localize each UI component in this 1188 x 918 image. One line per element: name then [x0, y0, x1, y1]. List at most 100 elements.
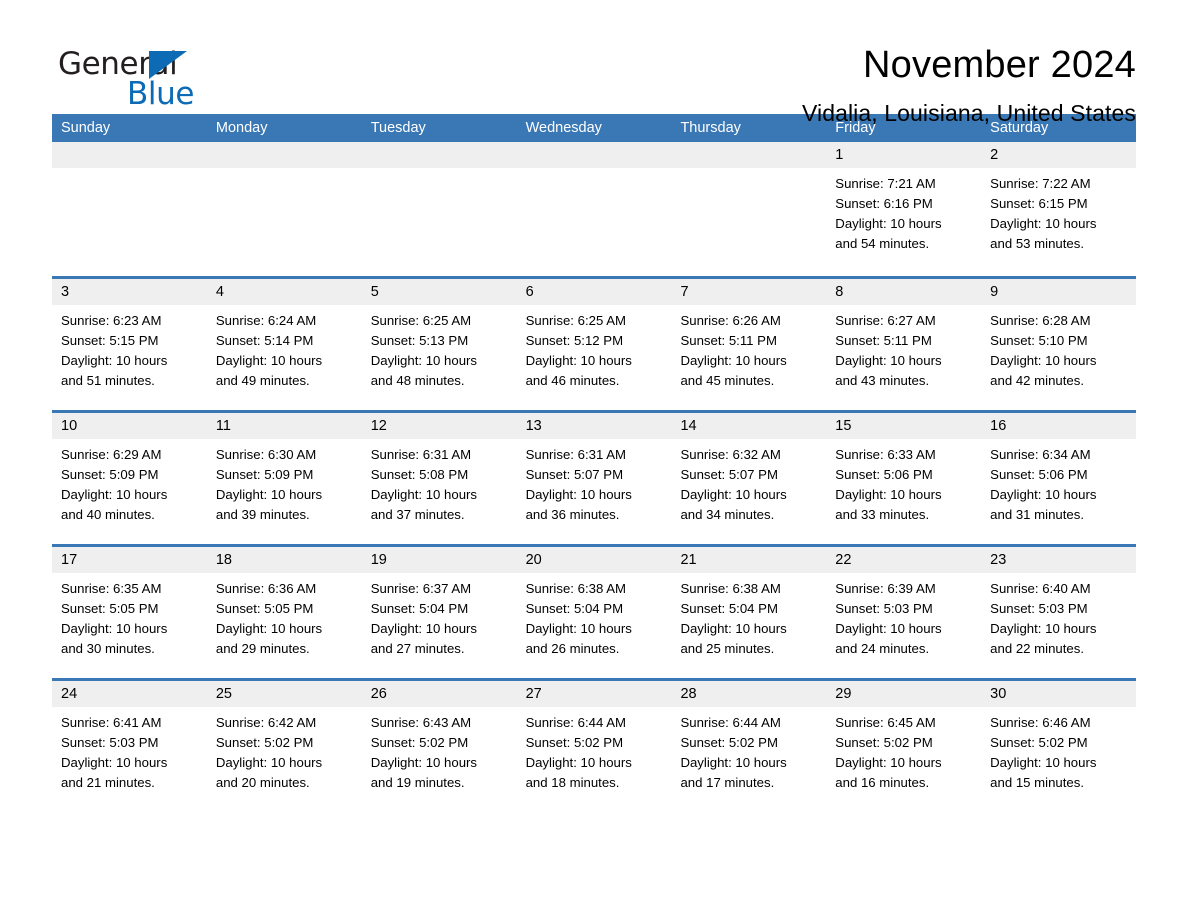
- day-sun-info: Sunrise: 6:42 AM Sunset: 5:02 PM Daylight:…: [207, 707, 362, 793]
- calendar-day-cell[interactable]: 12 Sunrise: 6:31 AM Sunset: 5:08 PM Dayligh…: [361, 413, 517, 544]
- day-sun-info: Sunrise: 6:39 AM Sunset: 5:03 PM Daylight:…: [826, 573, 981, 659]
- weekday-header-saturday: Saturday: [990, 120, 1049, 136]
- sunset-text: Sunset: 5:07 PM: [680, 467, 778, 482]
- sunset-text: Sunset: 5:02 PM: [680, 735, 778, 750]
- day-sun-info: Sunrise: 6:38 AM Sunset: 5:04 PM Daylight:…: [517, 573, 672, 659]
- sunrise-text: Sunrise: 6:39 AM: [835, 581, 936, 596]
- sunrise-text: Sunrise: 6:27 AM: [835, 313, 936, 328]
- calendar-day-cell[interactable]: 28 Sunrise: 6:44 AM Sunset: 5:02 PM Dayligh…: [671, 681, 827, 812]
- calendar-day-cell[interactable]: 23 Sunrise: 6:40 AM Sunset: 5:03 PM Dayligh…: [981, 547, 1137, 678]
- day-number: 29: [826, 681, 982, 707]
- sunset-text: Sunset: 6:15 PM: [990, 196, 1088, 211]
- sunrise-text: Sunrise: 6:25 AM: [370, 313, 472, 328]
- day-sun-info: Sunrise: 6:34 AM Sunset: 5:06 PM Daylight:…: [981, 439, 1136, 525]
- calendar-day-cell[interactable]: 3 Sunrise: 6:23 AM Sunset: 5:15 PM Daylight…: [52, 279, 207, 410]
- day-number: 23: [981, 547, 1137, 573]
- day-sun-info: Sunrise: 6:27 AM Sunset: 5:11 PM Daylight:…: [826, 305, 981, 391]
- daylight-text-line1: Daylight: 10 hours: [215, 755, 323, 770]
- calendar-day-cell-empty: [52, 142, 207, 276]
- sunrise-text: Sunrise: 6:30 AM: [215, 447, 317, 462]
- calendar-day-cell[interactable]: 6 Sunrise: 6:25 AM Sunset: 5:12 PM Daylight…: [516, 279, 672, 410]
- daylight-text-line1: Daylight: 10 hours: [61, 353, 168, 368]
- daylight-text-line2: and 25 minutes.: [680, 641, 775, 656]
- calendar-day-cell[interactable]: 21 Sunrise: 6:38 AM Sunset: 5:04 PM Dayligh…: [671, 547, 827, 678]
- day-number: 8: [826, 279, 982, 305]
- sunrise-text: Sunrise: 6:32 AM: [680, 447, 781, 462]
- day-sun-info: Sunrise: 6:23 AM Sunset: 5:15 PM Daylight:…: [52, 305, 207, 391]
- sunset-text: Sunset: 5:13 PM: [370, 333, 469, 348]
- sunrise-text: Sunrise: 6:43 AM: [370, 715, 472, 730]
- calendar-day-cell[interactable]: 10 Sunrise: 6:29 AM Sunset: 5:09 PM Dayligh…: [52, 413, 207, 544]
- calendar-day-cell[interactable]: 27 Sunrise: 6:44 AM Sunset: 5:02 PM Dayligh…: [516, 681, 672, 812]
- sunrise-text: Sunrise: 6:28 AM: [990, 313, 1091, 328]
- daylight-text-line2: and 33 minutes.: [835, 507, 930, 522]
- sunrise-text: Sunrise: 6:34 AM: [990, 447, 1091, 462]
- sunrise-text: Sunrise: 6:35 AM: [61, 581, 162, 596]
- calendar-day-cell[interactable]: 24 Sunrise: 6:41 AM Sunset: 5:03 PM Dayligh…: [52, 681, 207, 812]
- generalblue-logo[interactable]: General Blue: [52, 44, 232, 118]
- daylight-text-line1: Daylight: 10 hours: [990, 216, 1097, 231]
- calendar-day-cell[interactable]: 29 Sunrise: 6:45 AM Sunset: 5:02 PM Dayligh…: [826, 681, 982, 812]
- daylight-text-line2: and 36 minutes.: [525, 507, 620, 522]
- day-sun-info: Sunrise: 7:22 AM Sunset: 6:15 PM Daylight:…: [981, 168, 1136, 254]
- day-number: [52, 142, 207, 168]
- sunrise-text: Sunrise: 6:46 AM: [990, 715, 1091, 730]
- calendar-day-cell[interactable]: 26 Sunrise: 6:43 AM Sunset: 5:02 PM Dayligh…: [361, 681, 517, 812]
- day-sun-info: Sunrise: 6:30 AM Sunset: 5:09 PM Daylight:…: [207, 439, 362, 525]
- sunrise-text: Sunrise: 6:37 AM: [370, 581, 472, 596]
- blue-triangle-icon: [149, 51, 187, 79]
- day-sun-info: Sunrise: 6:35 AM Sunset: 5:05 PM Daylight:…: [52, 573, 207, 659]
- day-number: [206, 142, 362, 168]
- calendar-day-cell[interactable]: 17 Sunrise: 6:35 AM Sunset: 5:05 PM Dayligh…: [52, 547, 207, 678]
- daylight-text-line1: Daylight: 10 hours: [990, 353, 1097, 368]
- calendar-day-cell[interactable]: 22 Sunrise: 6:39 AM Sunset: 5:03 PM Dayligh…: [826, 547, 982, 678]
- calendar-day-cell[interactable]: 20 Sunrise: 6:38 AM Sunset: 5:04 PM Dayligh…: [516, 547, 672, 678]
- daylight-text-line1: Daylight: 10 hours: [835, 621, 942, 636]
- day-sun-info: [517, 168, 672, 174]
- daylight-text-line1: Daylight: 10 hours: [370, 755, 478, 770]
- day-sun-info: Sunrise: 6:43 AM Sunset: 5:02 PM Daylight:…: [362, 707, 517, 793]
- day-number: 25: [206, 681, 362, 707]
- sunrise-text: Sunrise: 6:23 AM: [61, 313, 162, 328]
- calendar-day-cell[interactable]: 14 Sunrise: 6:32 AM Sunset: 5:07 PM Dayligh…: [671, 413, 827, 544]
- calendar-day-cell[interactable]: 8 Sunrise: 6:27 AM Sunset: 5:11 PM Daylight…: [826, 279, 982, 410]
- calendar-day-cell[interactable]: 4 Sunrise: 6:24 AM Sunset: 5:14 PM Daylight…: [206, 279, 362, 410]
- day-sun-info: Sunrise: 7:21 AM Sunset: 6:16 PM Daylight:…: [826, 168, 981, 254]
- daylight-text-line2: and 34 minutes.: [680, 507, 775, 522]
- day-sun-info: Sunrise: 6:46 AM Sunset: 5:02 PM Daylight:…: [981, 707, 1136, 793]
- calendar-week-row: 1 Sunrise: 7:21 AM Sunset: 6:16 PM Daylight…: [52, 142, 1137, 276]
- calendar-day-cell[interactable]: 7 Sunrise: 6:26 AM Sunset: 5:11 PM Daylight…: [671, 279, 827, 410]
- calendar-day-cell[interactable]: 16 Sunrise: 6:34 AM Sunset: 5:06 PM Dayligh…: [981, 413, 1137, 544]
- sunrise-text: Sunrise: 6:42 AM: [215, 715, 317, 730]
- daylight-text-line1: Daylight: 10 hours: [680, 755, 787, 770]
- sunrise-text: Sunrise: 6:41 AM: [61, 715, 162, 730]
- calendar-week-row: 24 Sunrise: 6:41 AM Sunset: 5:03 PM Dayligh…: [52, 678, 1137, 812]
- daylight-text-line2: and 16 minutes.: [835, 775, 930, 790]
- daylight-text-line1: Daylight: 10 hours: [680, 353, 787, 368]
- calendar-table: Sunday Monday Tuesday Wednesday Thursday Frid…: [52, 114, 1137, 812]
- calendar-day-cell[interactable]: 15 Sunrise: 6:33 AM Sunset: 5:06 PM Dayligh…: [826, 413, 982, 544]
- sunrise-text: Sunrise: 6:24 AM: [215, 313, 317, 328]
- sunrise-text: Sunrise: 6:38 AM: [525, 581, 627, 596]
- calendar-day-cell[interactable]: 1 Sunrise: 7:21 AM Sunset: 6:16 PM Daylight…: [826, 142, 982, 276]
- calendar-day-cell[interactable]: 13 Sunrise: 6:31 AM Sunset: 5:07 PM Dayligh…: [516, 413, 672, 544]
- calendar-weeks: 1 Sunrise: 7:21 AM Sunset: 6:16 PM Daylight…: [52, 142, 1137, 812]
- day-number: 22: [826, 547, 982, 573]
- day-number: 24: [52, 681, 207, 707]
- calendar-day-cell[interactable]: 19 Sunrise: 6:37 AM Sunset: 5:04 PM Dayligh…: [361, 547, 517, 678]
- calendar-day-cell[interactable]: 11 Sunrise: 6:30 AM Sunset: 5:09 PM Dayligh…: [206, 413, 362, 544]
- sunset-text: Sunset: 5:05 PM: [61, 601, 159, 616]
- calendar-week-row: 10 Sunrise: 6:29 AM Sunset: 5:09 PM Dayligh…: [52, 410, 1137, 544]
- calendar-day-cell[interactable]: 30 Sunrise: 6:46 AM Sunset: 5:02 PM Dayligh…: [981, 681, 1137, 812]
- calendar-day-cell[interactable]: 18 Sunrise: 6:36 AM Sunset: 5:05 PM Dayligh…: [206, 547, 362, 678]
- calendar-day-cell[interactable]: 25 Sunrise: 6:42 AM Sunset: 5:02 PM Dayligh…: [206, 681, 362, 812]
- day-number: 18: [206, 547, 362, 573]
- calendar-day-cell[interactable]: 2 Sunrise: 7:22 AM Sunset: 6:15 PM Daylight…: [981, 142, 1137, 276]
- calendar-day-cell[interactable]: 9 Sunrise: 6:28 AM Sunset: 5:10 PM Daylight…: [981, 279, 1137, 410]
- sunset-text: Sunset: 5:11 PM: [680, 333, 777, 348]
- sunset-text: Sunset: 5:02 PM: [835, 735, 933, 750]
- day-sun-info: Sunrise: 6:31 AM Sunset: 5:07 PM Daylight:…: [517, 439, 672, 525]
- sunset-text: Sunset: 5:04 PM: [370, 601, 469, 616]
- calendar-day-cell[interactable]: 5 Sunrise: 6:25 AM Sunset: 5:13 PM Daylight…: [361, 279, 517, 410]
- daylight-text-line1: Daylight: 10 hours: [215, 353, 323, 368]
